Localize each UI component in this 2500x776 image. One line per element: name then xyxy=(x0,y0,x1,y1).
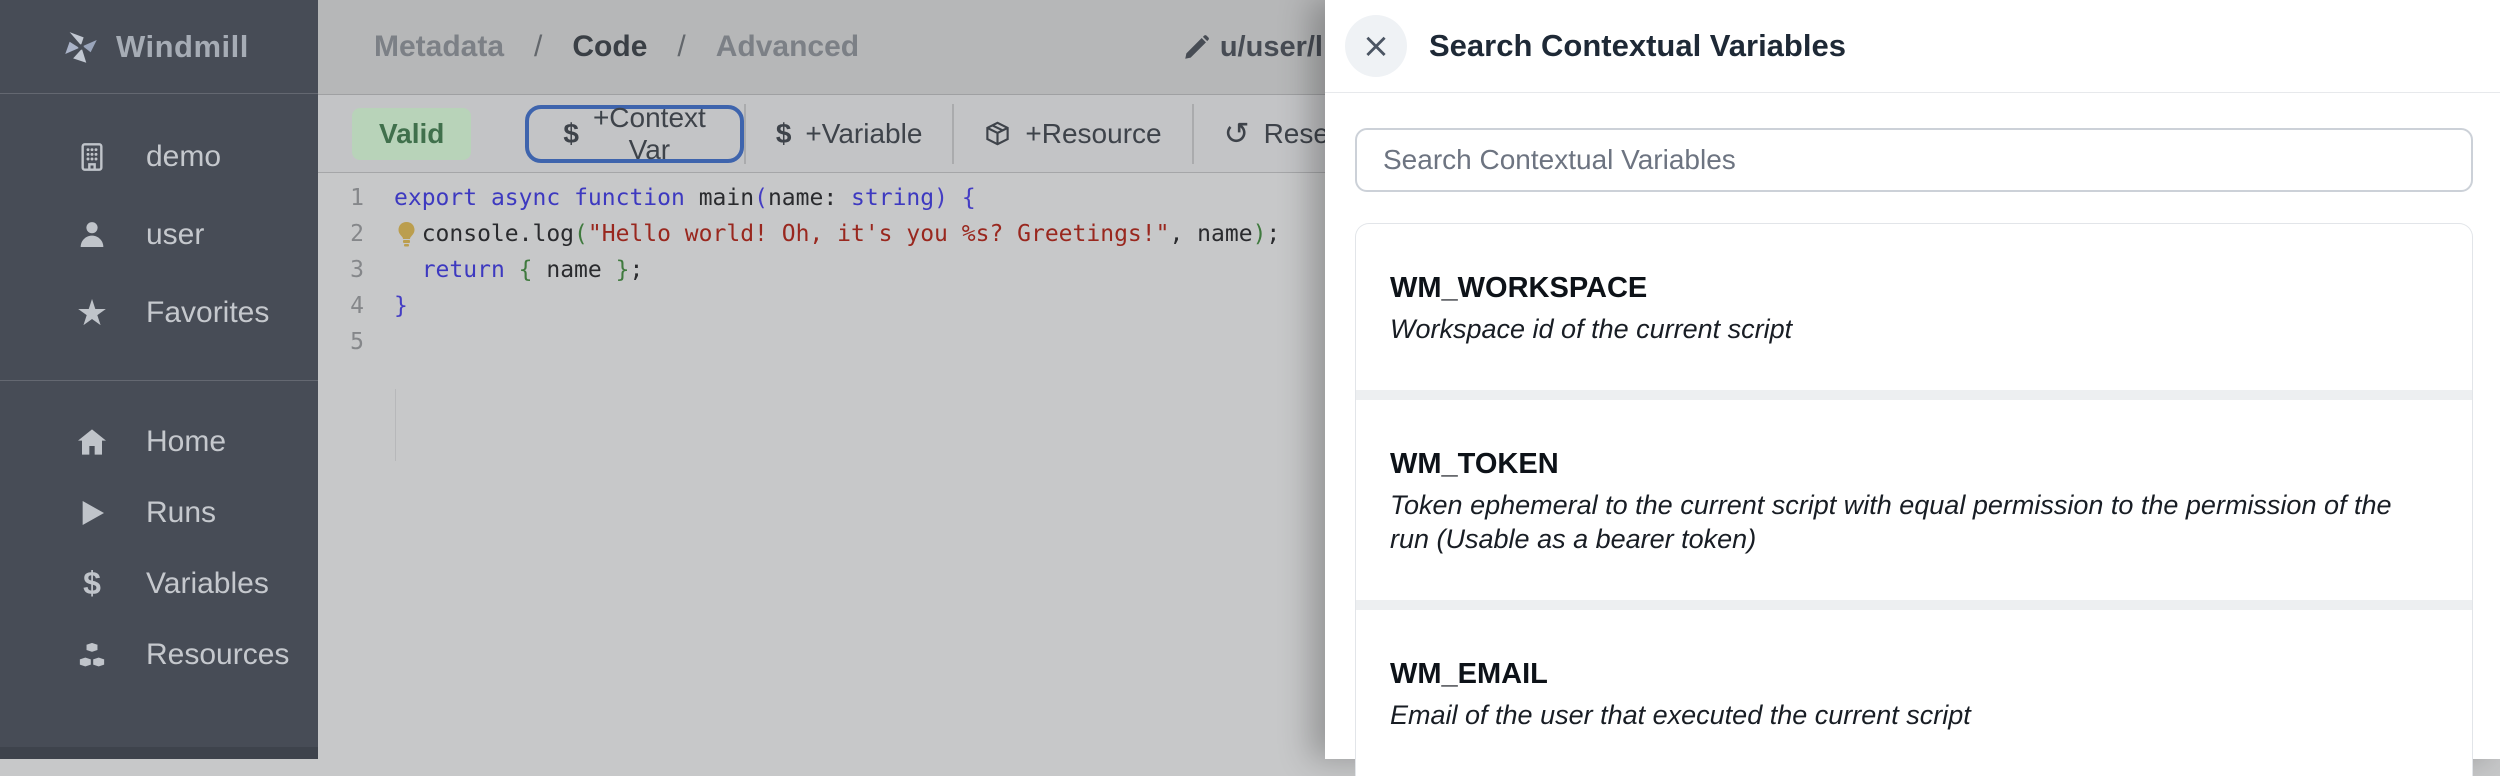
code-text: return { name }; xyxy=(376,252,643,288)
tab-code[interactable]: Code xyxy=(572,30,647,64)
home-icon xyxy=(76,426,108,458)
close-icon[interactable]: × xyxy=(1345,15,1407,77)
code-text: export async function main(name: string)… xyxy=(376,180,976,216)
tab-metadata[interactable]: Metadata xyxy=(374,30,504,64)
indent-guide xyxy=(395,389,396,461)
code-text xyxy=(376,324,394,360)
star-icon: ★ xyxy=(76,295,108,331)
sidebar-group-workspace: demo user ★ Favorites xyxy=(0,118,318,352)
tab-separator: / xyxy=(534,30,542,64)
dollar-icon: $ xyxy=(776,118,792,150)
add-context-var-button[interactable]: $ +Context Var xyxy=(525,105,743,163)
drawer-title: Search Contextual Variables xyxy=(1429,28,1846,64)
sidebar-item-variables[interactable]: $ Variables xyxy=(0,548,318,619)
add-variable-button[interactable]: $+Variable xyxy=(746,104,953,164)
line-number: 5 xyxy=(318,324,376,360)
contextual-variables-list: WM_WORKSPACE Workspace id of the current … xyxy=(1355,223,2473,776)
code-text: console.log("Hello world! Oh, it's you %… xyxy=(376,216,1280,252)
add-resource-button[interactable]: +Resource xyxy=(954,104,1191,164)
cubes-icon xyxy=(76,639,108,671)
code-line-4: 4} xyxy=(318,288,1325,324)
sidebar-item-favorites[interactable]: ★ Favorites xyxy=(0,274,318,352)
sidebar-item-user[interactable]: user xyxy=(0,196,318,274)
dollar-icon: $ xyxy=(563,118,579,150)
code-line-1: 1export async function main(name: string… xyxy=(318,180,1325,216)
sidebar-divider xyxy=(0,380,318,381)
search-input[interactable] xyxy=(1355,128,2473,192)
contextual-variable-item-wm_token[interactable]: WM_TOKEN Token ephemeral to the current s… xyxy=(1356,400,2472,600)
variable-name: WM_EMAIL xyxy=(1390,658,2438,691)
editor-toolbar: Valid $ +Context Var $+Variable+Resource… xyxy=(318,95,1325,173)
line-number: 2 xyxy=(318,216,376,252)
package-icon xyxy=(984,120,1011,147)
windmill-logo[interactable]: Windmill xyxy=(0,0,318,94)
contextual-variables-drawer: × Search Contextual Variables WM_WORKSPA… xyxy=(1325,0,2500,759)
user-icon xyxy=(76,219,108,251)
variable-name: WM_WORKSPACE xyxy=(1390,272,2438,305)
sidebar-group-nav: Home Runs $ Variables Resources xyxy=(0,406,318,690)
script-path[interactable]: u/user/l xyxy=(1183,31,1323,64)
sidebar-item-label: user xyxy=(146,218,204,252)
tab-advanced[interactable]: Advanced xyxy=(716,30,859,64)
main-content: Metadata / Code / Advanced u/user/l Valid $ … xyxy=(318,0,1325,759)
reset-icon: ↺ xyxy=(1224,120,1250,148)
sidebar-item-label: Home xyxy=(146,425,226,459)
sidebar-item-home[interactable]: Home xyxy=(0,406,318,477)
variable-name: WM_TOKEN xyxy=(1390,448,2438,481)
line-number: 1 xyxy=(318,180,376,216)
valid-status-badge: Valid xyxy=(352,108,471,160)
sidebar-item-label: Favorites xyxy=(146,296,269,330)
sidebar-item-label: Runs xyxy=(146,496,216,530)
tab-separator: / xyxy=(677,30,685,64)
sidebar-item-label: demo xyxy=(146,140,221,174)
sidebar-item-runs[interactable]: Runs xyxy=(0,477,318,548)
sidebar-item-demo[interactable]: demo xyxy=(0,118,318,196)
reset-button[interactable]: ↺Reset xyxy=(1194,104,1325,164)
contextual-variable-item-wm_email[interactable]: WM_EMAIL Email of the user that executed … xyxy=(1356,610,2472,776)
editor-step-tabs: Metadata / Code / Advanced xyxy=(374,30,859,64)
dollar-icon: $ xyxy=(83,565,101,602)
drawer-body: WM_WORKSPACE Workspace id of the current … xyxy=(1325,93,2500,776)
pencil-icon xyxy=(1183,34,1210,61)
building-icon xyxy=(76,141,108,173)
windmill-pinwheel-icon xyxy=(60,26,102,68)
code-line-3: 3 return { name }; xyxy=(318,252,1325,288)
sidebar-item-label: Resources xyxy=(146,638,289,672)
line-number: 3 xyxy=(318,252,376,288)
code-line-2: 2 console.log("Hello world! Oh, it's you… xyxy=(318,216,1325,252)
contextual-variable-item-wm_workspace[interactable]: WM_WORKSPACE Workspace id of the current … xyxy=(1356,224,2472,390)
lightbulb-icon[interactable] xyxy=(396,221,417,248)
code-text: } xyxy=(376,288,408,324)
app-title: Windmill xyxy=(116,29,249,65)
sidebar-item-label: Variables xyxy=(146,567,269,601)
drawer-header: × Search Contextual Variables xyxy=(1325,0,2500,93)
code-editor[interactable]: 1export async function main(name: string… xyxy=(318,174,1325,759)
sidebar: Windmill demo user ★ Favorites Home Runs $ Var… xyxy=(0,0,318,759)
script-editor-header: Metadata / Code / Advanced u/user/l xyxy=(318,0,1325,95)
line-number: 4 xyxy=(318,288,376,324)
code-line-5: 5 xyxy=(318,324,1325,360)
sidebar-footer-strip xyxy=(0,747,318,759)
play-icon xyxy=(76,497,108,529)
sidebar-item-resources[interactable]: Resources xyxy=(0,619,318,690)
variable-description: Email of the user that executed the curr… xyxy=(1390,698,2438,732)
variable-description: Workspace id of the current script xyxy=(1390,312,2438,346)
variable-description: Token ephemeral to the current script wi… xyxy=(1390,488,2438,556)
script-path-label: u/user/l xyxy=(1220,31,1323,64)
